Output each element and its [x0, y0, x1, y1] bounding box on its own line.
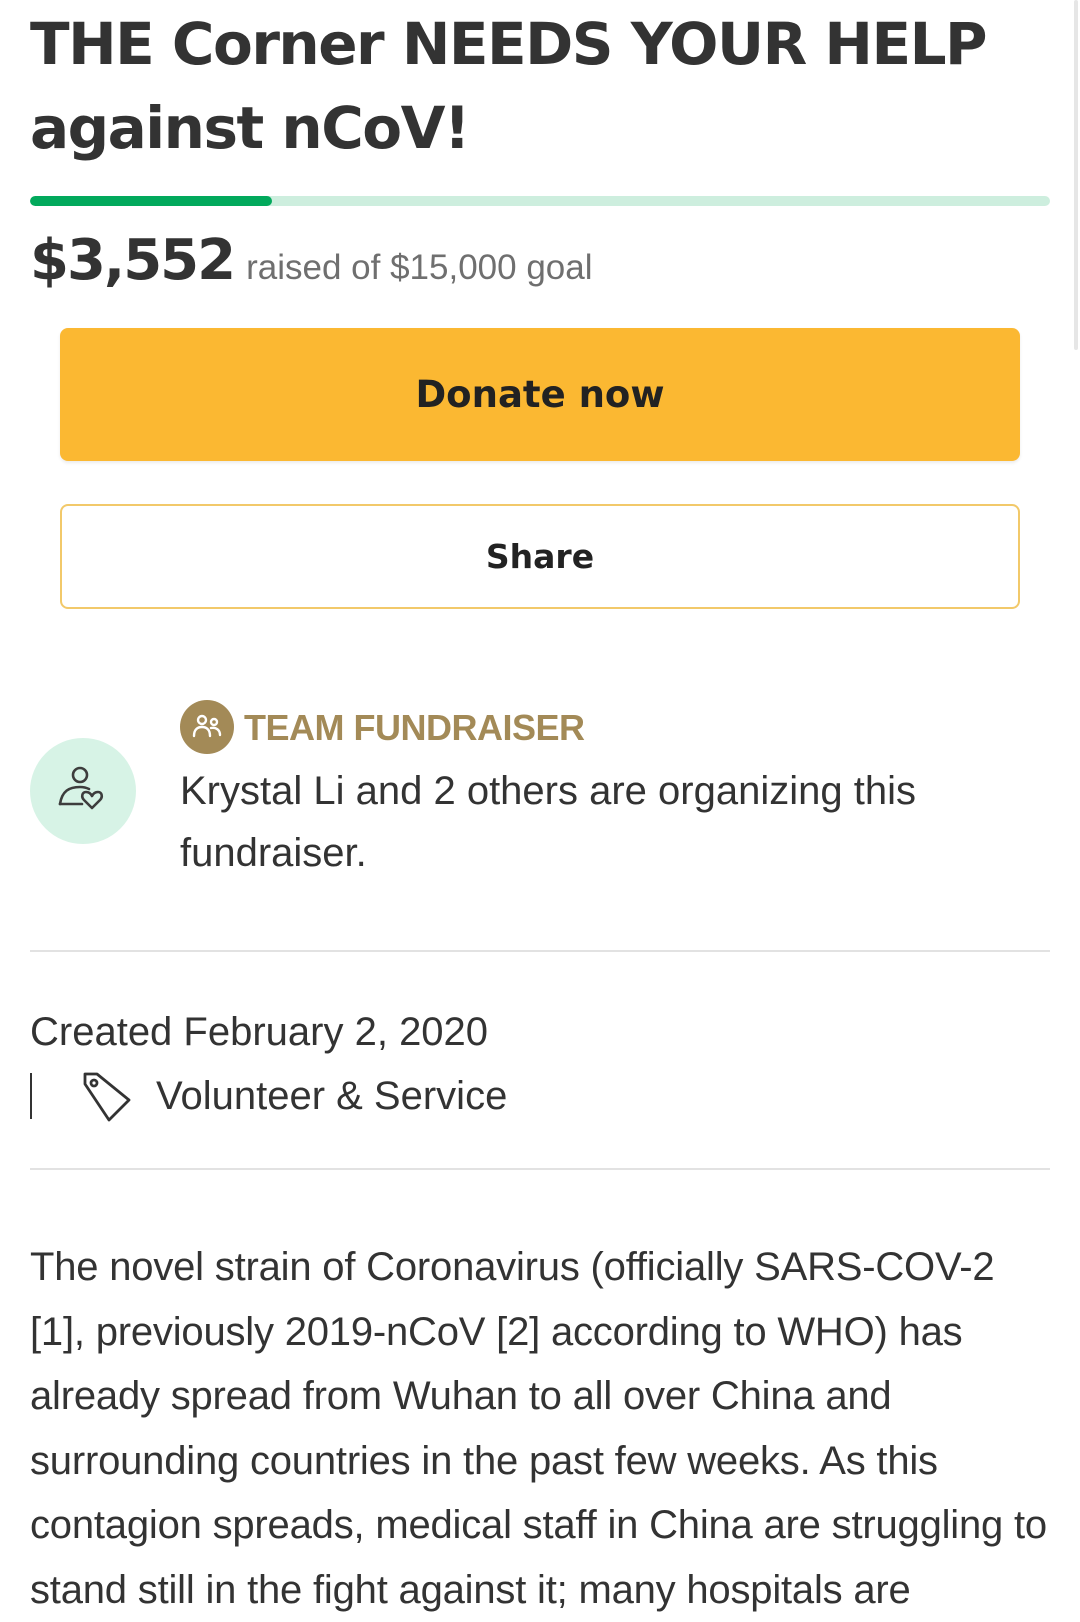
goal-caption: raised of $15,000 goal — [246, 248, 593, 287]
category-row: Volunteer & Service — [30, 1064, 507, 1128]
person-heart-icon — [30, 738, 136, 844]
organizer-description: Krystal Li and 2 others are organizing t… — [180, 769, 916, 875]
category-link[interactable]: Volunteer & Service — [156, 1068, 507, 1124]
story-text: The novel strain of Coronavirus (officia… — [30, 1245, 1047, 1612]
progress-bar — [30, 196, 1050, 206]
team-fundraiser-label: TEAM FUNDRAISER — [244, 707, 585, 748]
scrollbar[interactable] — [1074, 0, 1078, 350]
share-button[interactable]: Share — [60, 504, 1020, 609]
meta-separator — [30, 1073, 32, 1119]
fundraiser-page: THE Corner NEEDS YOUR HELP against nCoV!… — [0, 0, 1080, 1620]
created-date: Created February 2, 2020 — [30, 1010, 489, 1054]
campaign-title: THE Corner NEEDS YOUR HELP against nCoV! — [30, 10, 988, 162]
section-divider — [30, 950, 1050, 952]
amount-raised-row: $3,552 raised of $15,000 goal — [30, 228, 593, 293]
amount-raised: $3,552 — [30, 228, 236, 293]
section-divider — [30, 1168, 1050, 1170]
people-icon — [180, 700, 234, 754]
progress-bar-fill — [30, 196, 272, 206]
tag-icon — [78, 1067, 136, 1125]
donate-now-button[interactable]: Donate now — [60, 328, 1020, 461]
